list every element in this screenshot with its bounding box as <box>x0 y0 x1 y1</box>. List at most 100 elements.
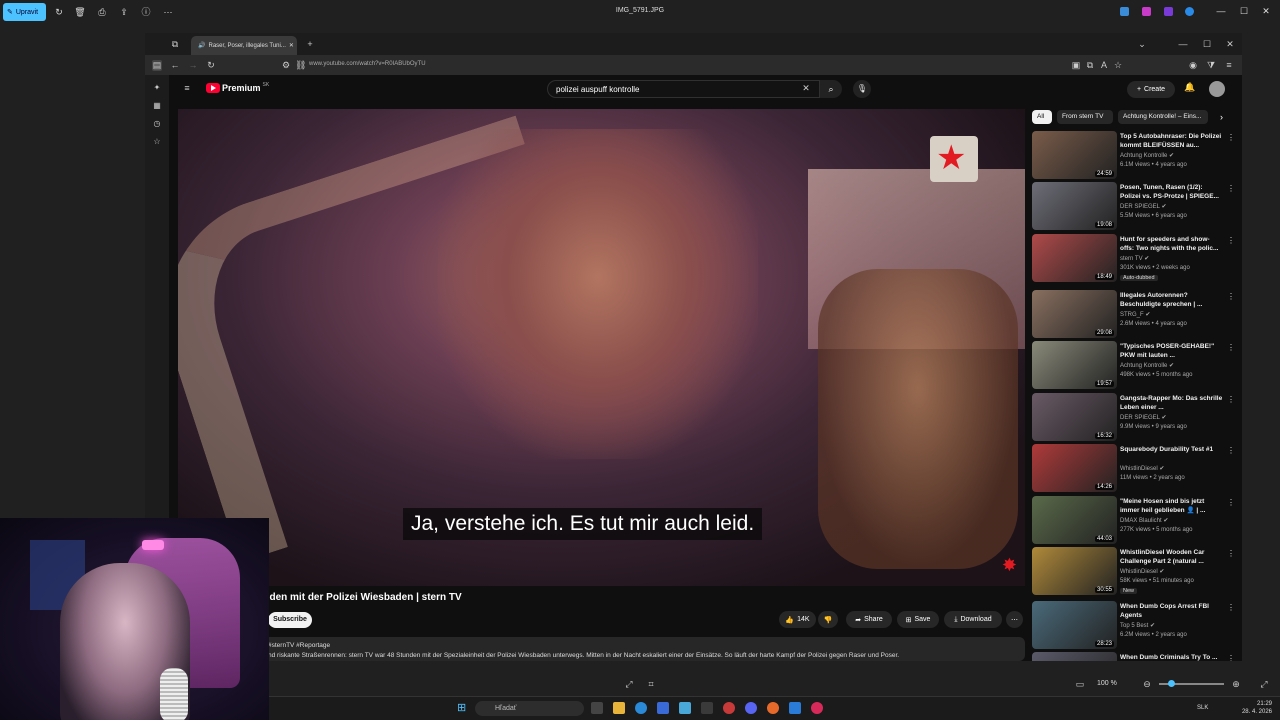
extension-icon[interactable] <box>1142 7 1151 16</box>
more-options-icon[interactable]: ⋮ <box>1227 498 1235 507</box>
firefox-icon[interactable] <box>767 702 779 714</box>
more-options-icon[interactable]: ⋮ <box>1227 395 1235 404</box>
minimize-button[interactable]: — <box>1214 6 1228 16</box>
recommendation-item[interactable]: 44:03 "Meine Hosen sind bis jetzt immer h… <box>1032 496 1235 544</box>
recommendation-title[interactable]: When Dumb Criminals Try To ... <box>1120 653 1223 661</box>
collections-icon[interactable]: ▦ <box>152 101 162 111</box>
recommendation-channel[interactable]: Achtung Kontrolle ✔ <box>1120 362 1174 369</box>
video-thumbnail[interactable]: 18:49 <box>1032 234 1117 282</box>
video-thumbnail[interactable]: 44:03 <box>1032 496 1117 544</box>
recommendation-item[interactable]: When Dumb Criminals Try To ... ⋮ <box>1032 652 1232 661</box>
video-thumbnail[interactable]: 29:08 <box>1032 290 1117 338</box>
recommendation-title[interactable]: Gangsta-Rapper Mo: Das schrille Leben ei… <box>1120 394 1223 412</box>
recommendation-item[interactable]: 28:23 When Dumb Cops Arrest FBI Agents Top… <box>1032 601 1235 649</box>
description-box[interactable]: #sternTV #Reportage nd riskante Straßenr… <box>262 637 1025 661</box>
more-options-icon[interactable]: ⋮ <box>1227 343 1235 352</box>
ai-icon[interactable]: ✦ <box>152 83 162 93</box>
link-icon[interactable]: ⛓ <box>295 60 306 71</box>
recommendation-item[interactable]: 30:55 WhistlinDiesel Wooden Car Challenge… <box>1032 547 1235 595</box>
recommendation-channel[interactable]: WhistlinDiesel ✔ <box>1120 465 1164 472</box>
recommendation-title[interactable]: Posen, Tunen, Rasen (1/2): Polizei vs. P… <box>1120 183 1223 201</box>
video-thumbnail[interactable]: 24:59 <box>1032 131 1117 179</box>
zoom-in-icon[interactable]: ⊕ <box>1231 679 1241 690</box>
zoom-slider-thumb[interactable] <box>1168 680 1175 687</box>
recommendation-item[interactable]: 29:08 Illegales Autorennen? Beschuldigte … <box>1032 290 1235 338</box>
maximize-button[interactable]: ☐ <box>1237 6 1251 17</box>
edge-icon[interactable] <box>635 702 647 714</box>
pip-icon[interactable]: ⧉ <box>1085 60 1095 71</box>
recommendation-item[interactable]: 24:59 Top 5 Autobahnraser: Die Polizei ko… <box>1032 131 1235 179</box>
more-options-icon[interactable]: ⋮ <box>1227 654 1232 661</box>
photos-icon[interactable] <box>789 702 801 714</box>
recommendation-channel[interactable]: Top 5 Best ✔ <box>1120 622 1155 629</box>
more-options-icon[interactable]: ⋮ <box>1227 603 1235 612</box>
hamburger-menu-icon[interactable]: ≡ <box>182 83 192 93</box>
video-thumbnail[interactable]: 16:32 <box>1032 393 1117 441</box>
favorites-icon[interactable]: ☆ <box>152 137 162 147</box>
screenshot-icon[interactable]: ▣ <box>1071 60 1081 71</box>
forward-icon[interactable]: → <box>188 60 198 70</box>
recommendation-title[interactable]: Top 5 Autobahnraser: Die Polizei kommt B… <box>1120 132 1223 150</box>
mail-icon[interactable] <box>679 702 691 714</box>
recommendation-item[interactable]: 18:49 Hunt for speeders and show-offs: Tw… <box>1032 234 1235 282</box>
start-icon[interactable]: ⊞ <box>457 702 469 714</box>
extensions-icon[interactable]: ⧩ <box>1206 60 1216 71</box>
recommendation-item[interactable]: 16:32 Gangsta-Rapper Mo: Das schrille Leb… <box>1032 393 1235 441</box>
new-tab-icon[interactable]: + <box>305 39 315 49</box>
tab-list-icon[interactable]: ⌄ <box>1137 39 1147 50</box>
recommendation-channel[interactable]: DER SPIEGEL ✔ <box>1120 414 1167 421</box>
video-player[interactable]: ✸ Ja, verstehe ich. Es tut mir auch leid… <box>178 109 1025 586</box>
zoom-out-icon[interactable]: ⊖ <box>1142 679 1152 690</box>
app-icon[interactable] <box>723 702 735 714</box>
share-button[interactable]: ➦ Share <box>846 611 892 628</box>
clear-search-icon[interactable]: ✕ <box>801 83 811 94</box>
video-thumbnail[interactable]: 19:57 <box>1032 341 1117 389</box>
dislike-button[interactable]: 👎 <box>818 611 838 628</box>
extension-icon[interactable] <box>1120 7 1129 16</box>
fit-icon[interactable]: ⤢ <box>624 679 634 690</box>
task-view-icon[interactable] <box>591 702 603 714</box>
account-icon[interactable]: ◉ <box>1188 60 1198 71</box>
tab-actions-icon[interactable]: ⧉ <box>170 39 180 50</box>
search-input[interactable]: polizei auspuff kontrolle <box>547 80 820 98</box>
save-button[interactable]: ⊞ Save <box>897 611 939 628</box>
create-button[interactable]: + Create <box>1127 81 1175 98</box>
browser-close-icon[interactable]: ✕ <box>1225 39 1235 50</box>
discord-icon[interactable] <box>745 702 757 714</box>
download-button[interactable]: ⤓ Download <box>944 611 1002 628</box>
site-info-icon[interactable]: ⚙ <box>281 60 291 71</box>
voice-search-button[interactable]: 🎙 <box>853 80 871 98</box>
browser-tab[interactable]: 🔊 Raser, Poser, illegales Tuni... ✕ <box>191 36 297 55</box>
language-indicator[interactable]: SLK <box>1197 705 1208 711</box>
chevron-right-icon[interactable]: › <box>1215 110 1227 124</box>
more-options-icon[interactable]: ⋮ <box>1227 236 1235 245</box>
recommendation-title[interactable]: "Typisches POSER-GEHABE!" PKW mit lauten… <box>1120 342 1223 360</box>
recommendation-title[interactable]: Hunt for speeders and show-offs: Two nig… <box>1120 235 1223 253</box>
like-button[interactable]: 👍 14K <box>779 611 816 628</box>
file-explorer-icon[interactable] <box>613 702 625 714</box>
browser-minimize-icon[interactable]: — <box>1178 39 1188 49</box>
youtube-logo[interactable]: Premium SK <box>206 82 269 93</box>
extension-icon[interactable] <box>1164 7 1173 16</box>
recommendation-channel[interactable]: STRG_F ✔ <box>1120 311 1150 318</box>
recommendation-channel[interactable]: DER SPIEGEL ✔ <box>1120 203 1167 210</box>
bookmark-icon[interactable]: ☆ <box>1113 60 1123 71</box>
more-options-icon[interactable]: ⋮ <box>1227 292 1235 301</box>
recommendation-channel[interactable]: Achtung Kontrolle ✔ <box>1120 152 1174 159</box>
subscribe-button[interactable]: Subscribe <box>268 612 312 628</box>
menu-icon[interactable]: ≡ <box>1224 60 1234 70</box>
close-button[interactable]: ✕ <box>1259 6 1273 17</box>
taskbar-search[interactable]: Hľadať <box>475 701 584 716</box>
recommendation-title[interactable]: When Dumb Cops Arrest FBI Agents <box>1120 602 1223 620</box>
more-options-icon[interactable]: ⋮ <box>1227 133 1235 142</box>
recommendation-title[interactable]: "Meine Hosen sind bis jetzt immer heil g… <box>1120 497 1223 515</box>
back-icon[interactable]: ← <box>170 60 180 70</box>
more-options-icon[interactable]: ⋮ <box>1227 549 1235 558</box>
crop-icon[interactable]: ⌗ <box>646 679 656 690</box>
more-actions-button[interactable]: ⋯ <box>1006 611 1023 628</box>
url-field[interactable]: www.youtube.com/watch?v=R0IABUbOyTU <box>309 61 426 67</box>
clock[interactable]: 21:29 28. 4. 2026 <box>1242 700 1272 716</box>
video-thumbnail[interactable]: 28:23 <box>1032 601 1117 649</box>
recommendation-title[interactable]: Illegales Autorennen? Beschuldigte sprec… <box>1120 291 1223 309</box>
chip-achtung-kontrolle[interactable]: Achtung Kontrolle! – Eins... <box>1118 110 1208 124</box>
